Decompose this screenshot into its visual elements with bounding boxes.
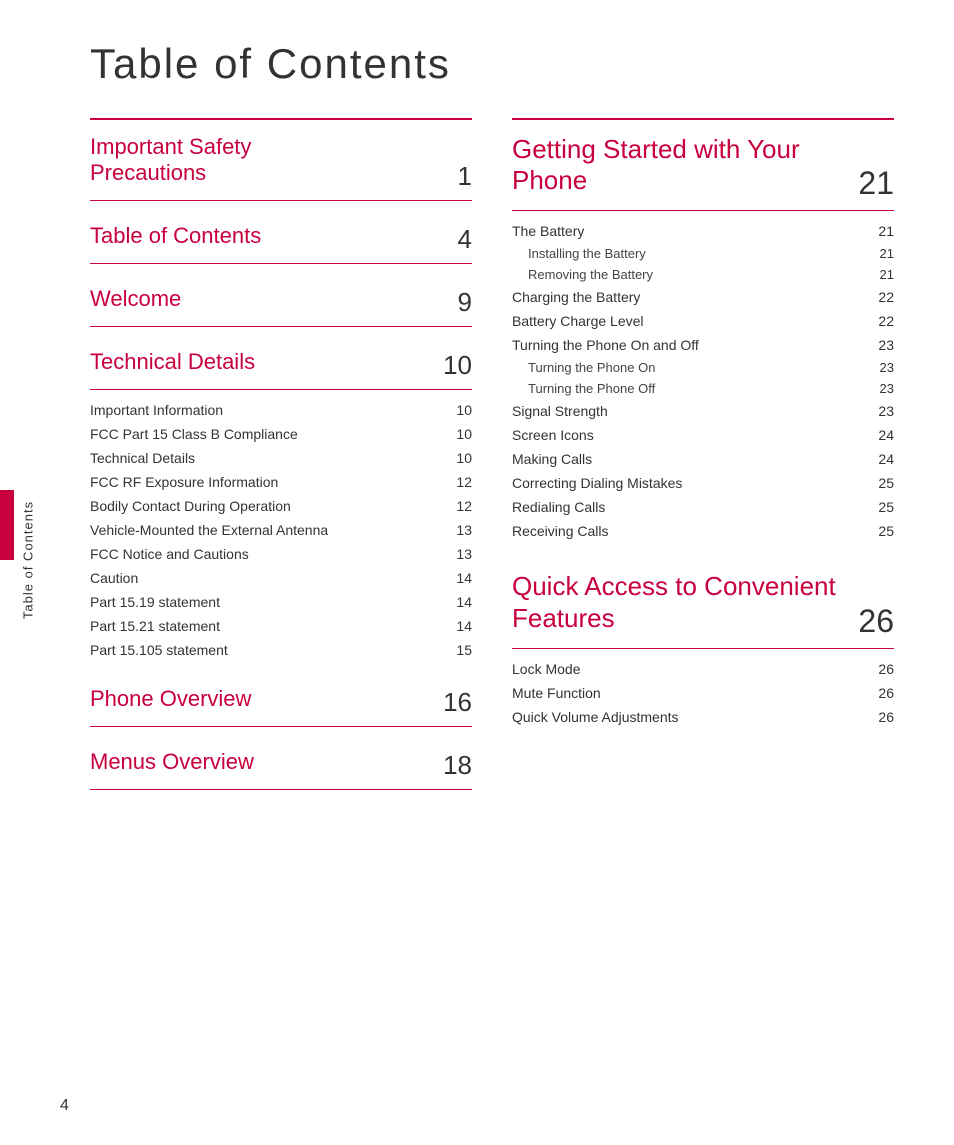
list-item: Screen Icons 24	[512, 423, 894, 447]
section-heading-menus-overview: Menus Overview	[90, 749, 254, 775]
sidebar-label: Table of Contents	[21, 501, 36, 619]
list-item: Receiving Calls 25	[512, 519, 894, 543]
list-item: Correcting Dialing Mistakes 25	[512, 471, 894, 495]
right-column: Getting Started with Your Phone 21 The B…	[512, 118, 894, 798]
section-heading-toc: Table of Contents	[90, 223, 261, 249]
list-item: Turning the Phone On and Off 23	[512, 333, 894, 357]
list-item: FCC Part 15 Class B Compliance 10	[90, 422, 472, 446]
section-heading-technical-details: Technical Details	[90, 349, 255, 375]
section-heading-quick-access: Quick Access to Convenient Features	[512, 571, 850, 633]
getting-started-items: The Battery 21 Installing the Battery 21…	[512, 219, 894, 543]
list-item: Caution 14	[90, 566, 472, 590]
section-number-welcome: 9	[458, 287, 472, 318]
sidebar-tab	[0, 490, 14, 560]
list-item: Part 15.21 statement 14	[90, 614, 472, 638]
list-item: Making Calls 24	[512, 447, 894, 471]
section-important-safety: Important SafetyPrecautions 1	[90, 120, 472, 201]
list-item: FCC RF Exposure Information 12	[90, 470, 472, 494]
list-item: Charging the Battery 22	[512, 285, 894, 309]
left-column: Important SafetyPrecautions 1 Table of C…	[90, 118, 472, 798]
list-item: The Battery 21	[512, 219, 894, 243]
list-item: Quick Volume Adjustments 26	[512, 705, 894, 729]
list-item: Redialing Calls 25	[512, 495, 894, 519]
section-heading-phone-overview: Phone Overview	[90, 686, 251, 712]
list-item: Mute Function 26	[512, 681, 894, 705]
list-item: Battery Charge Level 22	[512, 309, 894, 333]
section-menus-overview: Menus Overview 18	[90, 735, 472, 790]
list-item: Important Information 10	[90, 398, 472, 422]
technical-details-items: Important Information 10 FCC Part 15 Cla…	[90, 398, 472, 662]
section-number-technical-details: 10	[443, 350, 472, 381]
list-item: Part 15.19 statement 14	[90, 590, 472, 614]
list-item: Installing the Battery 21	[512, 243, 894, 264]
quick-access-items: Lock Mode 26 Mute Function 26 Quick Volu…	[512, 657, 894, 729]
list-item: FCC Notice and Cautions 13	[90, 542, 472, 566]
columns-container: Important SafetyPrecautions 1 Table of C…	[90, 118, 894, 798]
section-quick-access: Quick Access to Convenient Features 26	[512, 557, 894, 648]
list-item: Lock Mode 26	[512, 657, 894, 681]
section-number-quick-access: 26	[858, 603, 894, 640]
list-item: Part 15.105 statement 15	[90, 638, 472, 662]
section-getting-started: Getting Started with Your Phone 21	[512, 120, 894, 211]
section-number-getting-started: 21	[858, 165, 894, 202]
list-item: Removing the Battery 21	[512, 264, 894, 285]
section-number-phone-overview: 16	[443, 687, 472, 718]
list-item: Bodily Contact During Operation 12	[90, 494, 472, 518]
page-title: Table of Contents	[90, 40, 894, 88]
page-container: Table of Contents Table of Contents Impo…	[0, 0, 954, 1145]
section-heading-important-safety: Important SafetyPrecautions	[90, 134, 251, 186]
section-toc: Table of Contents 4	[90, 209, 472, 264]
list-item: Technical Details 10	[90, 446, 472, 470]
section-heading-welcome: Welcome	[90, 286, 181, 312]
list-item: Vehicle-Mounted the External Antenna 13	[90, 518, 472, 542]
section-number-important-safety: 1	[458, 161, 472, 192]
section-phone-overview: Phone Overview 16	[90, 672, 472, 727]
section-number-menus-overview: 18	[443, 750, 472, 781]
list-item: Turning the Phone On 23	[512, 357, 894, 378]
section-technical-details: Technical Details 10	[90, 335, 472, 390]
list-item: Turning the Phone Off 23	[512, 378, 894, 399]
page-number: 4	[60, 1097, 69, 1115]
section-welcome: Welcome 9	[90, 272, 472, 327]
list-item: Signal Strength 23	[512, 399, 894, 423]
section-heading-getting-started: Getting Started with Your Phone	[512, 134, 850, 196]
section-number-toc: 4	[458, 224, 472, 255]
